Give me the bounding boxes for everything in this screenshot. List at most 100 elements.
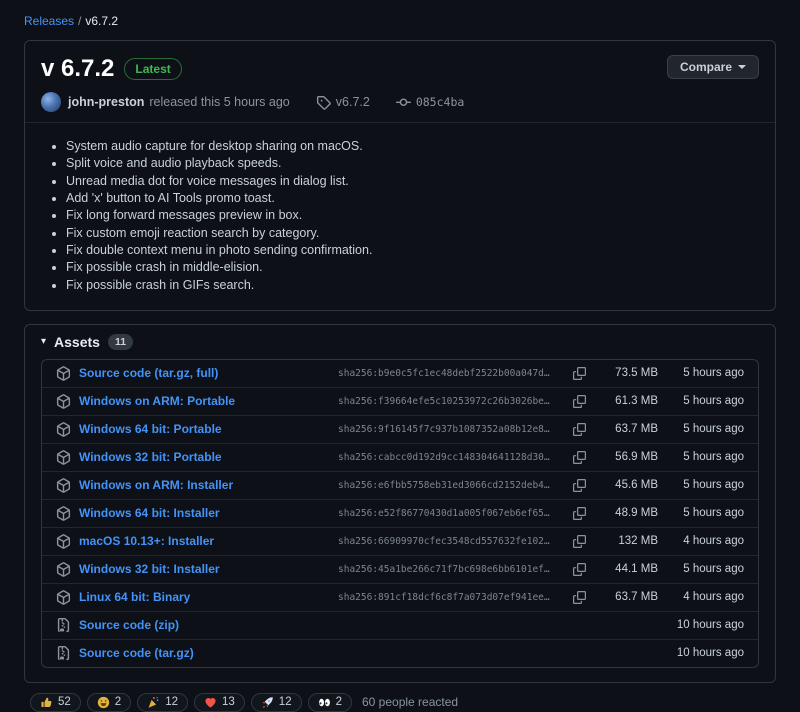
- asset-download-link[interactable]: Linux 64 bit: Binary: [79, 590, 338, 604]
- reaction-emoji-icon: [204, 696, 217, 709]
- asset-download-link[interactable]: Windows on ARM: Installer: [79, 478, 338, 492]
- release-note-item: Split voice and audio playback speeds.: [66, 155, 751, 172]
- asset-download-link[interactable]: Windows 64 bit: Installer: [79, 506, 338, 520]
- copy-hash-button[interactable]: [571, 449, 588, 466]
- asset-type-icon: [56, 645, 71, 661]
- reaction-emoji-icon: [318, 696, 331, 709]
- assets-toggle[interactable]: ▾ Assets 11: [25, 325, 775, 359]
- tag-name: v6.7.2: [335, 95, 370, 109]
- release-card: v 6.7.2 Latest Compare john-preston rele…: [24, 40, 776, 311]
- reaction-count: 2: [114, 696, 122, 709]
- copy-hash-button[interactable]: [571, 561, 588, 578]
- asset-row: Windows on ARM: Installer sha256:e6fbb57…: [42, 470, 758, 499]
- asset-list: Source code (tar.gz, full) sha256:b9e0c5…: [41, 358, 759, 668]
- copy-icon: [573, 422, 586, 436]
- reaction-pill[interactable]: 13: [194, 692, 245, 712]
- asset-row: Windows on ARM: Portable sha256:f39664ef…: [42, 386, 758, 415]
- asset-row: Windows 32 bit: Installer sha256:45a1be2…: [42, 554, 758, 583]
- asset-type-icon: [56, 393, 71, 409]
- breadcrumb-link-releases[interactable]: Releases: [24, 14, 74, 28]
- asset-row: Source code (tar.gz, full) sha256:b9e0c5…: [42, 360, 758, 387]
- reaction-count: 12: [278, 696, 292, 709]
- commit-link[interactable]: 085c4ba: [416, 95, 464, 109]
- copy-hash-button[interactable]: [571, 533, 588, 550]
- asset-size: 48.9 MB: [615, 507, 658, 520]
- release-note-item: Fix possible crash in GIFs search.: [66, 277, 751, 294]
- release-note-item: Fix double context menu in photo sending…: [66, 242, 751, 259]
- reaction-emoji-icon: [40, 696, 53, 709]
- latest-badge[interactable]: Latest: [124, 58, 182, 80]
- breadcrumb: Releases / v6.7.2: [24, 14, 776, 28]
- asset-download-link[interactable]: macOS 10.13+: Installer: [79, 534, 338, 548]
- asset-type-icon: [56, 449, 71, 465]
- author-link[interactable]: john-preston: [68, 95, 144, 109]
- copy-hash-button[interactable]: [571, 421, 588, 438]
- asset-download-link[interactable]: Windows 32 bit: Installer: [79, 562, 338, 576]
- reaction-pill[interactable]: 52: [30, 692, 81, 712]
- asset-time: 4 hours ago: [683, 591, 744, 604]
- copy-hash-button[interactable]: [571, 365, 588, 382]
- asset-type-icon: [56, 505, 71, 521]
- asset-row: macOS 10.13+: Installer sha256:66909970c…: [42, 526, 758, 555]
- assets-caret-icon: ▾: [41, 336, 47, 348]
- release-note-item: Fix custom emoji reaction search by cate…: [66, 225, 751, 242]
- compare-button[interactable]: Compare: [666, 55, 759, 79]
- reaction-count: 13: [222, 696, 235, 709]
- asset-time: 5 hours ago: [683, 563, 744, 576]
- asset-download-link[interactable]: Windows on ARM: Portable: [79, 394, 338, 408]
- asset-row: Windows 32 bit: Portable sha256:cabcc0d1…: [42, 442, 758, 471]
- asset-sha256: sha256:66909970cfec3548cd557632fe102…: [338, 535, 550, 547]
- asset-row: Source code (zip) 10 hours ago: [42, 610, 758, 639]
- asset-download-link[interactable]: Windows 64 bit: Portable: [79, 422, 338, 436]
- reaction-pill[interactable]: 12: [137, 692, 188, 712]
- copy-hash-button[interactable]: [571, 505, 588, 522]
- compare-button-label: Compare: [679, 60, 732, 74]
- asset-time: 5 hours ago: [683, 479, 744, 492]
- release-header: v 6.7.2 Latest Compare john-preston rele…: [25, 41, 775, 123]
- asset-download-link[interactable]: Source code (zip): [79, 618, 338, 632]
- asset-size: 63.7 MB: [615, 423, 658, 436]
- asset-time: 5 hours ago: [683, 451, 744, 464]
- asset-size: 56.9 MB: [615, 451, 658, 464]
- avatar[interactable]: [41, 92, 61, 112]
- copy-icon: [573, 506, 586, 520]
- copy-hash-button[interactable]: [571, 589, 588, 606]
- copy-hash-button[interactable]: [571, 477, 588, 494]
- asset-time: 5 hours ago: [683, 367, 744, 380]
- asset-time: 10 hours ago: [676, 619, 744, 632]
- release-note-item: Add 'x' button to AI Tools promo toast.: [66, 190, 751, 207]
- asset-sha256: sha256:b9e0c5fc1ec48debf2522b00a047d…: [338, 367, 550, 379]
- release-note-item: Unread media dot for voice messages in d…: [66, 173, 751, 190]
- assets-title: Assets: [54, 333, 100, 350]
- asset-sha256: sha256:cabcc0d192d9cc148304641128d30…: [338, 451, 550, 463]
- asset-download-link[interactable]: Windows 32 bit: Portable: [79, 450, 338, 464]
- asset-type-icon: [56, 617, 71, 633]
- reaction-pill[interactable]: 2: [86, 692, 132, 712]
- reaction-emoji-icon: [97, 696, 110, 709]
- asset-size: 44.1 MB: [615, 563, 658, 576]
- release-meta: john-preston released this 5 hours ago v…: [41, 92, 759, 112]
- asset-download-link[interactable]: Source code (tar.gz): [79, 646, 338, 660]
- reaction-count: 12: [165, 696, 178, 709]
- asset-type-icon: [56, 561, 71, 577]
- reaction-pill[interactable]: 2: [307, 692, 352, 712]
- reaction-count: 52: [58, 696, 71, 709]
- released-text: released this 5 hours ago: [149, 95, 290, 109]
- asset-size: 61.3 MB: [615, 395, 658, 408]
- asset-type-icon: [56, 477, 71, 493]
- asset-size: 63.7 MB: [615, 591, 658, 604]
- release-notes-list: System audio capture for desktop sharing…: [49, 138, 751, 294]
- chevron-down-icon: [738, 65, 746, 69]
- reaction-summary: 60 people reacted: [362, 695, 459, 710]
- copy-icon: [573, 394, 586, 408]
- git-commit-icon: [395, 98, 411, 106]
- release-note-item: System audio capture for desktop sharing…: [66, 138, 751, 155]
- asset-size: 73.5 MB: [615, 367, 658, 380]
- asset-row: Windows 64 bit: Portable sha256:9f16145f…: [42, 414, 758, 443]
- reactions-bar: 52 2 12 13 12 2 60 people reacted: [24, 692, 776, 712]
- copy-hash-button[interactable]: [571, 393, 588, 410]
- copy-icon: [573, 562, 586, 576]
- reaction-pill[interactable]: 12: [250, 692, 302, 712]
- commit-group: 085c4ba: [395, 95, 464, 110]
- asset-download-link[interactable]: Source code (tar.gz, full): [79, 366, 338, 380]
